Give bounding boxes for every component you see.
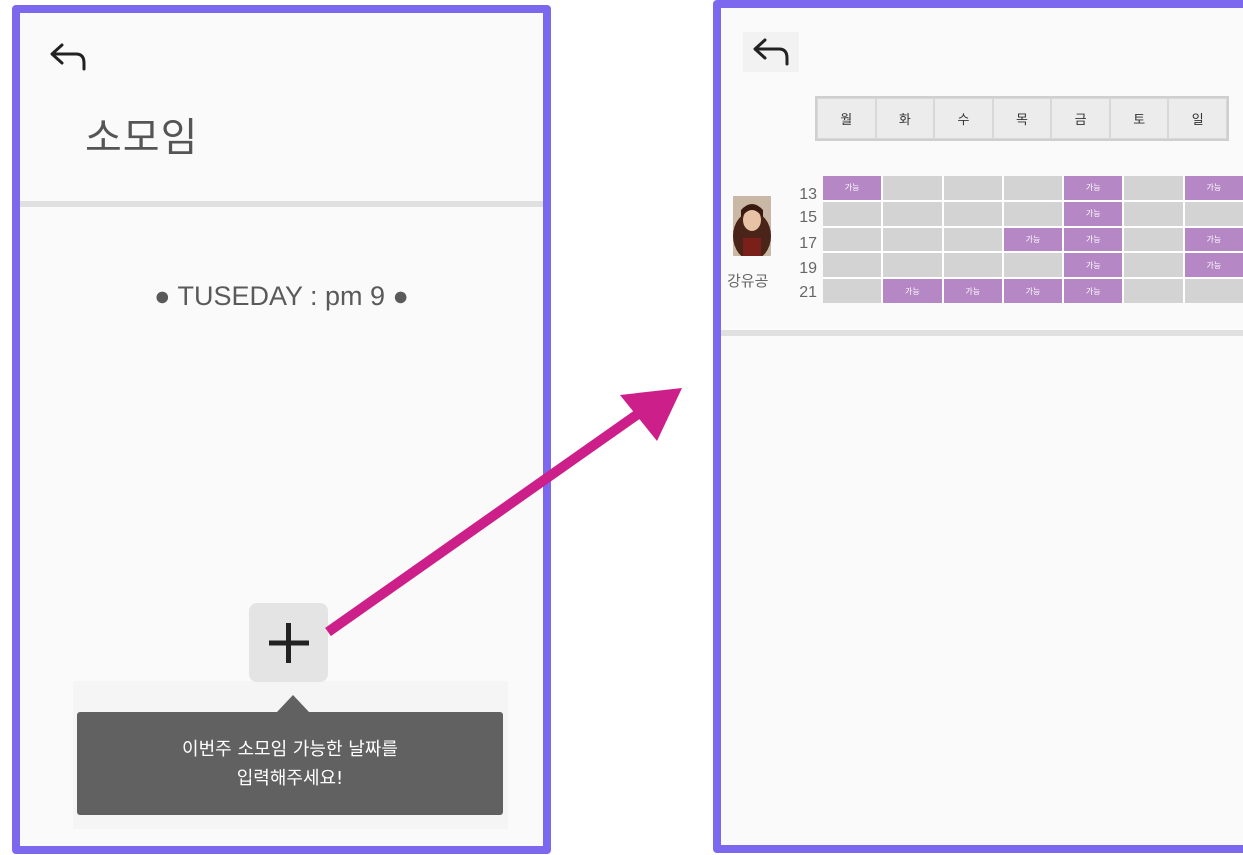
day-sun: 일 [1169,99,1227,138]
tooltip-line-1: 이번주 소모임 가능한 날짜를 [182,738,398,760]
empty-slot[interactable] [1124,253,1183,278]
page-title: 소모임 [85,115,199,161]
day-sat: 토 [1110,99,1168,138]
available-slot[interactable]: 가능 [1184,176,1243,200]
availability-grid: 가능 가능 가능 가능 가능 가능 가능 가능 가능 가능 가능 가능 가능 [823,176,1243,303]
tooltip-line-2: 입력해주세요! [236,767,344,789]
hour-label: 21 [799,284,817,301]
day-wed: 수 [935,99,992,138]
day-tue: 화 [876,99,934,138]
empty-slot[interactable] [943,176,1002,200]
member-avatar [733,196,771,256]
available-slot[interactable]: 가능 [1003,279,1063,303]
hour-label: 15 [799,209,817,226]
back-arrow-icon[interactable] [48,41,88,73]
empty-slot[interactable] [943,253,1002,278]
weekday-header: 월 화 수 목 금 토 일 [815,96,1229,141]
empty-slot[interactable] [1124,176,1183,200]
hour-label: 19 [799,260,817,277]
day-thu: 목 [993,99,1051,138]
section-divider [721,330,1243,336]
available-slot[interactable]: 가능 [1064,227,1123,252]
empty-slot[interactable] [1124,201,1183,226]
available-slot[interactable]: 가능 [1064,279,1123,303]
empty-slot[interactable] [823,227,882,252]
empty-slot[interactable] [883,176,942,200]
available-slot[interactable]: 가능 [1184,227,1243,252]
empty-slot[interactable] [1184,201,1243,226]
empty-slot[interactable] [1003,176,1063,200]
available-slot[interactable]: 가능 [1064,201,1123,226]
hour-label: 13 [799,186,817,203]
available-slot[interactable]: 가능 [1003,227,1063,252]
day-fri: 금 [1052,99,1109,138]
empty-slot[interactable] [1003,253,1063,278]
empty-slot[interactable] [823,201,882,226]
hour-label: 17 [799,235,817,252]
empty-slot[interactable] [943,227,1002,252]
empty-slot[interactable] [1124,279,1183,303]
tooltip-caret [277,695,309,712]
empty-slot[interactable] [1003,201,1063,226]
available-slot[interactable]: 가능 [943,279,1002,303]
meeting-schedule-text: ● TUSEDAY : pm 9 ● [154,281,409,311]
hint-tooltip: 이번주 소모임 가능한 날짜를 입력해주세요! [77,712,503,815]
empty-slot[interactable] [883,253,942,278]
empty-slot[interactable] [943,201,1002,226]
empty-slot[interactable] [883,227,942,252]
header-divider [20,201,543,207]
empty-slot[interactable] [1124,227,1183,252]
right-screen: 월 화 수 목 금 토 일 강유공 13 15 17 19 21 가능 가능 가능 가… [713,0,1243,853]
add-availability-button[interactable] [249,603,328,682]
member-name: 강유공 [727,272,769,290]
available-slot[interactable]: 가능 [1064,176,1123,200]
day-mon: 월 [818,99,875,138]
back-arrow-icon[interactable] [743,32,799,72]
empty-slot[interactable] [1184,279,1243,303]
left-screen: 소모임 ● TUSEDAY : pm 9 ● 이번주 소모임 가능한 날짜를 입… [12,5,551,854]
available-slot[interactable]: 가능 [883,279,942,303]
empty-slot[interactable] [883,201,942,226]
available-slot[interactable]: 가능 [1184,253,1243,278]
empty-slot[interactable] [823,279,882,303]
available-slot[interactable]: 가능 [823,176,882,200]
plus-icon [268,622,309,663]
available-slot[interactable]: 가능 [1064,253,1123,278]
empty-slot[interactable] [823,253,882,278]
